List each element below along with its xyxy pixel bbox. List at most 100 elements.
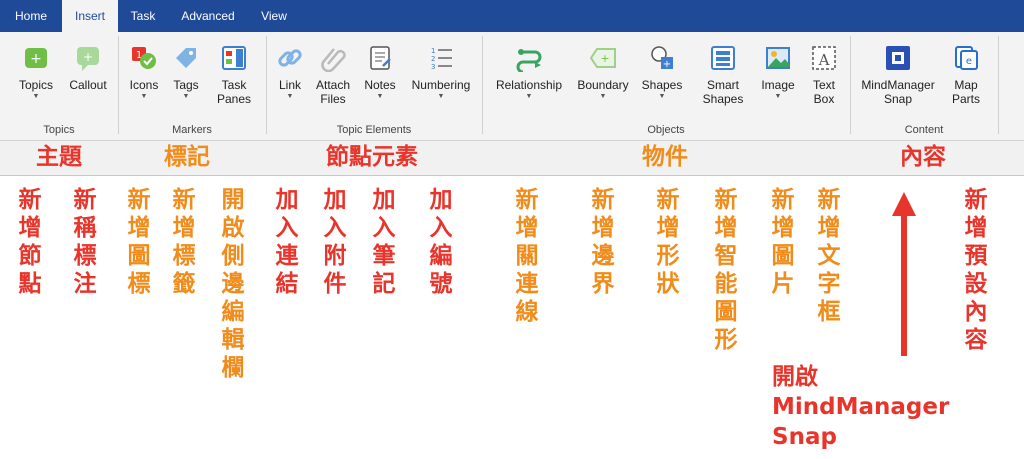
mindmanager-snap-button[interactable]: MindManager Snap bbox=[856, 44, 940, 106]
callout-label: Callout bbox=[69, 78, 107, 92]
annotation-open-snap: 開啟 MindManager Snap bbox=[772, 364, 950, 450]
image-button[interactable]: Image ▼ bbox=[756, 44, 800, 102]
topic-add-icon: + bbox=[22, 44, 50, 72]
smart-shapes-button[interactable]: Smart Shapes bbox=[694, 44, 752, 106]
annotation-add-smart-shapes: 新增智能圖形 bbox=[714, 187, 738, 353]
shapes-label: Shapes bbox=[641, 78, 683, 92]
group-label-markers: Markers bbox=[172, 124, 212, 136]
map-parts-label: Map Parts bbox=[951, 78, 980, 106]
annotation-add-relationship: 新增關連線 bbox=[515, 187, 539, 325]
group-divider bbox=[266, 36, 267, 134]
relationship-label: Relationship bbox=[495, 78, 563, 92]
text-box-button[interactable]: A Text Box bbox=[804, 44, 844, 106]
numbering-button[interactable]: 123 Numbering ▼ bbox=[406, 44, 476, 102]
svg-text:+: + bbox=[30, 51, 42, 67]
task-panes-icon bbox=[220, 44, 248, 72]
map-parts-button[interactable]: e Map Parts bbox=[944, 44, 988, 106]
mindmanager-snap-label: MindManager Snap bbox=[861, 78, 935, 106]
annotation-add-topic: 新增節點 bbox=[18, 187, 42, 297]
image-label: Image bbox=[761, 78, 795, 92]
group-label-topics: Topics bbox=[43, 124, 75, 136]
notes-label: Notes bbox=[364, 78, 396, 92]
icons-button[interactable]: 1 Icons ▼ bbox=[122, 44, 166, 102]
group-label-objects: Objects bbox=[647, 124, 685, 136]
chevron-down-icon: ▼ bbox=[140, 93, 148, 100]
group-divider bbox=[482, 36, 483, 134]
text-box-label: Text Box bbox=[812, 78, 835, 106]
shapes-icon: + bbox=[648, 44, 676, 72]
svg-text:A: A bbox=[818, 51, 830, 69]
annotation-header-objects: 物件 bbox=[642, 144, 688, 170]
numbering-label: Numbering bbox=[411, 78, 471, 92]
chevron-down-icon: ▼ bbox=[599, 93, 607, 100]
callout-add-icon: + bbox=[74, 44, 102, 72]
group-divider bbox=[118, 36, 119, 134]
annotation-add-map-parts: 新增預設內容 bbox=[964, 187, 988, 353]
numbering-icon: 123 bbox=[427, 44, 455, 72]
chevron-down-icon: ▼ bbox=[525, 93, 533, 100]
task-panes-button[interactable]: Task Panes bbox=[212, 44, 256, 106]
tab-view[interactable]: View bbox=[248, 0, 300, 32]
boundary-button[interactable]: + Boundary ▼ bbox=[574, 44, 632, 102]
icons-label: Icons bbox=[129, 78, 159, 92]
chevron-down-icon: ▼ bbox=[437, 93, 445, 100]
attach-files-label: Attach Files bbox=[315, 78, 351, 106]
annotation-add-notes: 加入筆記 bbox=[372, 187, 396, 297]
map-parts-icon: e bbox=[952, 44, 980, 72]
annotation-add-shapes: 新增形狀 bbox=[656, 187, 680, 297]
icons-icon: 1 bbox=[130, 44, 158, 72]
annotation-header-topics: 主題 bbox=[36, 144, 82, 170]
notes-button[interactable]: Notes ▼ bbox=[360, 44, 400, 102]
shapes-button[interactable]: + Shapes ▼ bbox=[638, 44, 686, 102]
chevron-down-icon: ▼ bbox=[376, 93, 384, 100]
smart-shapes-label: Smart Shapes bbox=[702, 78, 744, 106]
annotation-add-image: 新增圖片 bbox=[771, 187, 795, 297]
chevron-down-icon: ▼ bbox=[658, 93, 666, 100]
text-box-icon: A bbox=[810, 44, 838, 72]
notes-icon bbox=[366, 44, 394, 72]
relationship-icon bbox=[515, 44, 543, 74]
annotation-add-boundary: 新增邊界 bbox=[591, 187, 615, 297]
topics-button[interactable]: + Topics ▼ bbox=[12, 44, 60, 102]
annotation-add-link: 加入連結 bbox=[275, 187, 299, 297]
annotation-header-markers: 標記 bbox=[164, 144, 210, 170]
annotation-open-task-panes: 開啟側邊編輯欄 bbox=[221, 187, 245, 381]
image-icon bbox=[764, 44, 792, 72]
tags-label: Tags bbox=[173, 78, 199, 92]
annotation-add-callout: 新稱標注 bbox=[73, 187, 97, 297]
group-divider bbox=[998, 36, 999, 134]
tags-button[interactable]: Tags ▼ bbox=[166, 44, 206, 102]
svg-text:+: + bbox=[600, 52, 609, 65]
arrow-up-icon bbox=[892, 192, 916, 356]
tab-home[interactable]: Home bbox=[0, 0, 62, 32]
annotation-add-numbering: 加入編號 bbox=[429, 187, 453, 297]
link-label: Link bbox=[278, 78, 301, 92]
callout-button[interactable]: + Callout bbox=[62, 44, 114, 92]
tab-advanced[interactable]: Advanced bbox=[168, 0, 248, 32]
relationship-button[interactable]: Relationship ▼ bbox=[490, 44, 568, 102]
group-divider bbox=[850, 36, 851, 134]
tab-insert[interactable]: Insert bbox=[62, 0, 118, 32]
annotation-band bbox=[0, 141, 1024, 176]
annotation-add-attachment: 加入附件 bbox=[323, 187, 347, 297]
tab-task[interactable]: Task bbox=[118, 0, 168, 32]
chevron-down-icon: ▼ bbox=[286, 93, 294, 100]
svg-text:2: 2 bbox=[431, 55, 435, 63]
topics-label: Topics bbox=[18, 78, 53, 92]
annotation-header-content: 內容 bbox=[900, 144, 946, 170]
link-button[interactable]: Link ▼ bbox=[272, 44, 308, 102]
annotation-add-text-box: 新增文字框 bbox=[817, 187, 841, 325]
boundary-icon: + bbox=[589, 44, 617, 72]
snap-icon bbox=[884, 44, 912, 72]
smart-shapes-icon bbox=[709, 44, 737, 72]
chevron-down-icon: ▼ bbox=[182, 93, 190, 100]
tag-icon bbox=[172, 44, 200, 72]
svg-text:1: 1 bbox=[431, 47, 435, 55]
group-label-topic-elements: Topic Elements bbox=[336, 124, 412, 136]
task-panes-label: Task Panes bbox=[216, 78, 252, 106]
attach-files-button[interactable]: Attach Files bbox=[310, 44, 356, 106]
svg-text:e: e bbox=[966, 56, 972, 67]
svg-text:+: + bbox=[83, 50, 93, 64]
svg-text:3: 3 bbox=[431, 63, 435, 71]
annotation-add-tags: 新增標籤 bbox=[172, 187, 196, 297]
